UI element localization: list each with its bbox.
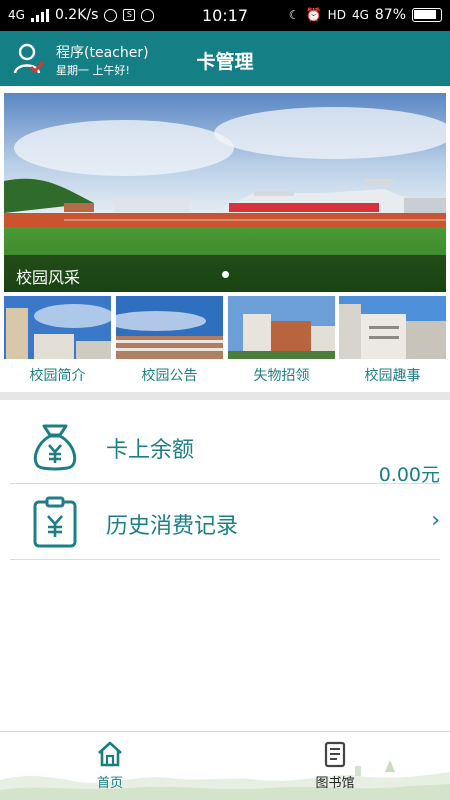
balance-row[interactable]: 卡上余额 0.00元 [10, 408, 440, 486]
status-bar: 4G 0.2K/s S 10:17 ☾ ⏰ HD 4G 87% [0, 0, 450, 31]
alarm-icon: ⏰ [305, 7, 322, 23]
home-icon [98, 741, 122, 767]
tile-campus-intro[interactable]: 校园简介 [4, 296, 111, 388]
battery-icon [412, 8, 442, 22]
tile-label: 校园趣事 [364, 368, 421, 384]
app-header: 程序(teacher) 星期一 上午好! 卡管理 [0, 31, 450, 86]
battery-label: 87% [374, 7, 406, 23]
section-divider [0, 392, 450, 400]
tile-campus-notice[interactable]: 校园公告 [116, 296, 223, 388]
tile-campus-fun[interactable]: 校园趣事 [339, 296, 446, 388]
campus-banner[interactable]: 校园风采 [4, 93, 446, 292]
book-icon [324, 741, 346, 768]
feature-tiles: 校园简介 校园公告 失物招领 校园趣事 [4, 296, 446, 388]
hd-label: HD [327, 8, 346, 22]
nav-home-label: 首页 [96, 776, 123, 791]
banner-caption: 校园风采 [16, 268, 81, 287]
nav-home[interactable]: 首页 [50, 740, 170, 791]
money-bag-icon [33, 424, 77, 471]
chevron-right-icon: › [431, 508, 440, 533]
campus-fun-image [339, 296, 446, 359]
moon-icon: ☾ [288, 8, 300, 22]
tile-lost-found[interactable]: 失物招领 [228, 296, 335, 388]
tile-label: 校园公告 [141, 368, 198, 384]
campus-notice-image [116, 296, 223, 359]
tile-label: 失物招领 [253, 368, 310, 384]
nav-library-label: 图书馆 [315, 776, 355, 791]
history-label: 历史消费记录 [106, 514, 239, 539]
lost-found-image [228, 296, 335, 359]
page-title: 卡管理 [196, 51, 254, 73]
balance-value: 0.00元 [378, 464, 440, 486]
campus-intro-image [4, 296, 111, 359]
clipboard-yuan-icon [33, 496, 77, 548]
tile-label: 校园简介 [29, 368, 86, 384]
carousel-dot[interactable] [222, 271, 229, 278]
nav-library[interactable]: 图书馆 [275, 740, 395, 791]
history-row[interactable]: 历史消费记录 › [10, 484, 440, 560]
net2-label: 4G [351, 8, 369, 22]
bottom-nav: 首页 图书馆 [0, 731, 450, 800]
balance-label: 卡上余额 [106, 438, 195, 463]
